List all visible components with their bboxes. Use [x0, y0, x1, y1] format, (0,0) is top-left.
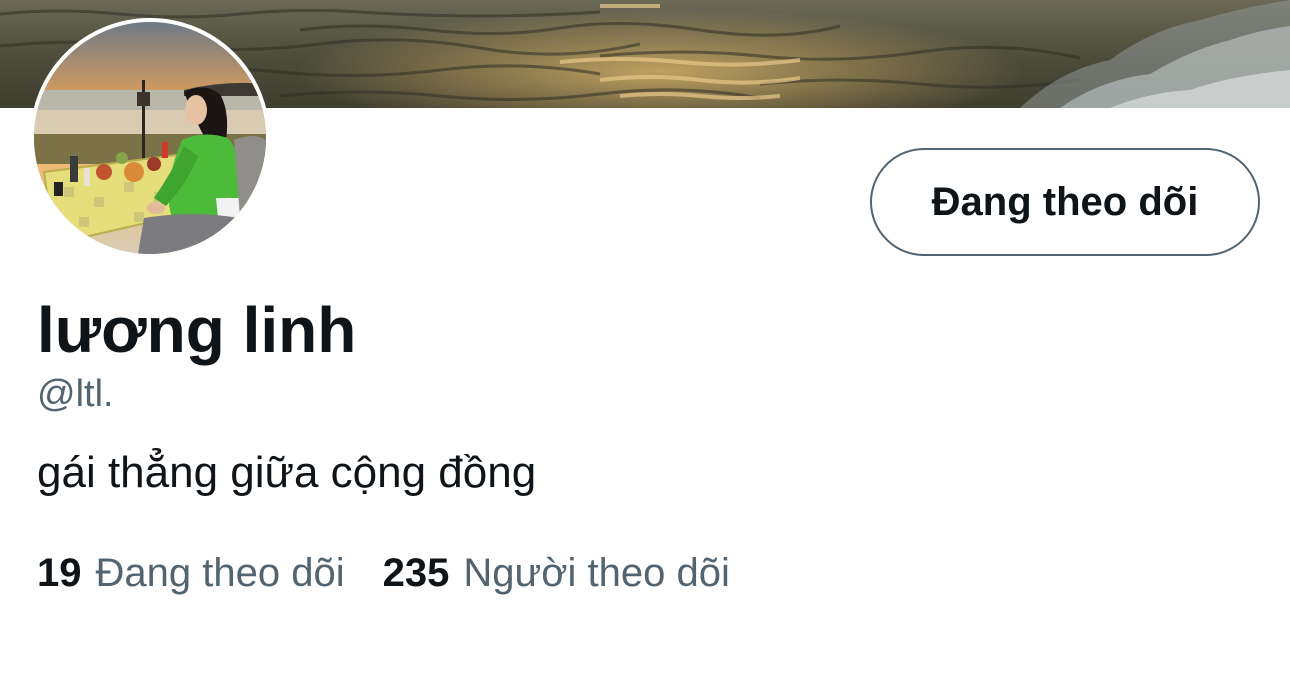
display-name: lương linh — [37, 294, 357, 366]
profile-avatar[interactable] — [30, 18, 270, 258]
followers-stat-link[interactable]: 235 Người theo dõi — [383, 548, 730, 598]
follow-stats: 19 Đang theo dõi 235 Người theo dõi — [37, 548, 730, 598]
following-count: 19 — [37, 551, 82, 595]
following-button[interactable]: Đang theo dõi — [870, 148, 1260, 256]
following-button-label: Đang theo dõi — [931, 179, 1199, 224]
following-stat-link[interactable]: 19 Đang theo dõi — [37, 548, 345, 598]
avatar-photo-graphic — [34, 22, 266, 254]
profile-page: Đang theo dõi lương linh @ltl. gái thẳng… — [0, 0, 1290, 683]
following-label: Đang theo dõi — [95, 551, 345, 595]
followers-count: 235 — [382, 551, 450, 595]
profile-bio: gái thẳng giữa cộng đồng — [37, 448, 537, 497]
username-handle: @ltl. — [37, 373, 114, 415]
followers-label: Người theo dõi — [463, 551, 730, 595]
